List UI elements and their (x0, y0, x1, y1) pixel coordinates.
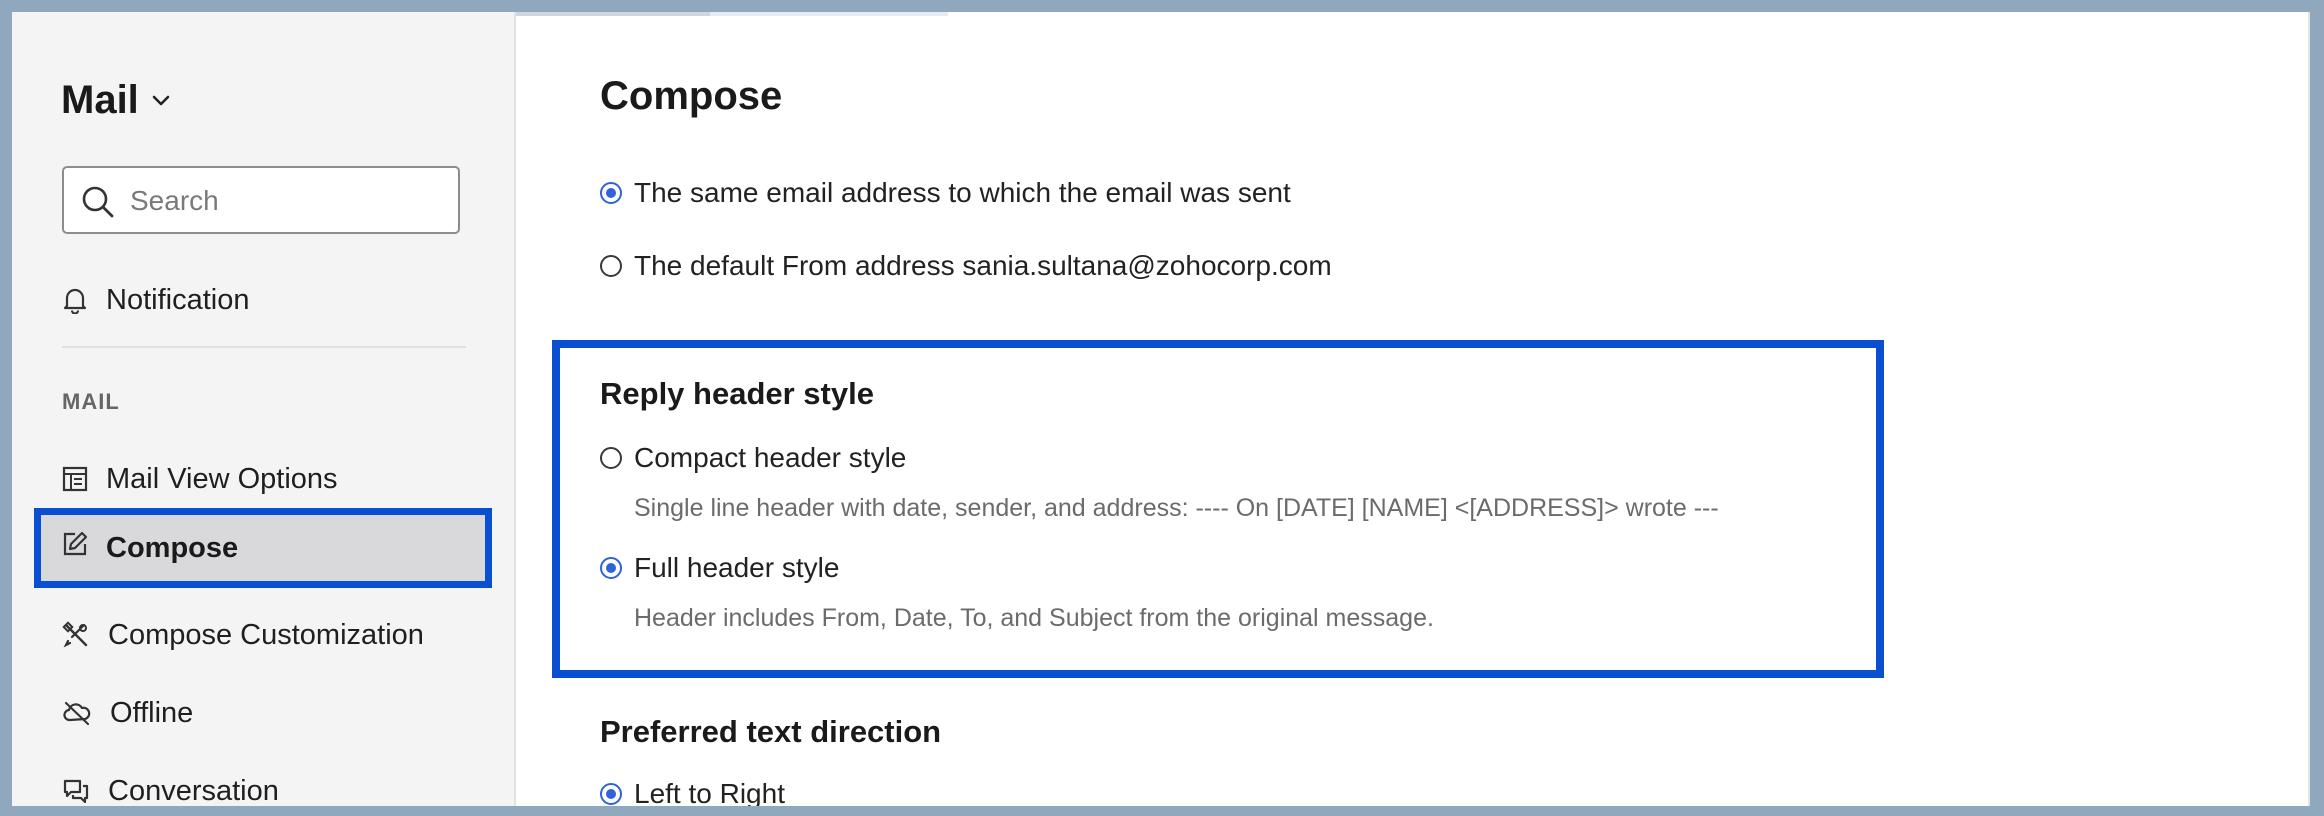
search-input[interactable] (128, 180, 452, 222)
sidebar-item-compose[interactable]: Compose (34, 508, 492, 588)
from-option-default-address[interactable]: The default From address sania.sultana@z… (600, 250, 1332, 282)
reply-option-compact[interactable]: Compact header style (600, 442, 906, 474)
cloud-off-icon (62, 700, 92, 726)
edit-icon (62, 531, 88, 565)
sidebar-section-label: MAIL (62, 389, 120, 414)
sidebar-item-label: Compose Customization (108, 618, 424, 651)
settings-content: Compose The same email address to which … (516, 12, 2310, 806)
sidebar-item-mail-view-options[interactable]: Mail View Options (62, 454, 338, 504)
from-option-same-address[interactable]: The same email address to which the emai… (600, 182, 1291, 209)
sidebar-item-notification[interactable]: Notification (62, 275, 249, 325)
content-right-border (2308, 12, 2310, 806)
option-description: Header includes From, Date, To, and Subj… (634, 604, 1434, 632)
option-description: Single line header with date, sender, an… (634, 494, 1719, 522)
chat-icon (62, 777, 90, 805)
chevron-down-icon (151, 94, 171, 108)
radio-button-checked[interactable] (600, 783, 622, 805)
bell-icon (62, 286, 88, 314)
sidebar-item-label: Compose (106, 531, 239, 564)
search-box[interactable] (62, 166, 460, 234)
radio-button[interactable] (600, 447, 622, 469)
sidebar-item-conversation[interactable]: Conversation (62, 766, 279, 806)
sidebar-divider (62, 346, 466, 348)
option-label: The default From address sania.sultana@z… (634, 250, 1332, 281)
settings-window: Mail Notification MAIL Mail View Options (12, 12, 2310, 806)
app-switcher[interactable]: Mail (61, 78, 171, 123)
option-label: Compact header style (634, 442, 907, 473)
option-label: Left to Right (634, 778, 785, 806)
from-option-row-clipped: The same email address to which the emai… (600, 182, 1500, 216)
radio-button[interactable] (600, 255, 622, 277)
sidebar-item-label: Offline (110, 696, 194, 729)
search-icon (80, 184, 116, 225)
layout-icon (62, 466, 88, 492)
sidebar-item-compose-customization[interactable]: Compose Customization (62, 610, 424, 660)
option-label: The same email address to which the emai… (634, 182, 1291, 208)
tools-icon (62, 621, 90, 649)
radio-button-checked[interactable] (600, 182, 622, 204)
app-title: Mail (61, 78, 139, 122)
sidebar-item-label: Mail View Options (106, 462, 338, 495)
sidebar-item-offline[interactable]: Offline (62, 688, 193, 738)
direction-option-ltr[interactable]: Left to Right (600, 778, 785, 806)
option-label: Full header style (634, 552, 840, 583)
reply-header-title: Reply header style (600, 376, 874, 411)
reply-option-full[interactable]: Full header style (600, 552, 839, 584)
sidebar-item-label: Conversation (108, 774, 279, 807)
radio-button-checked[interactable] (600, 557, 622, 579)
sidebar-item-label: Notification (106, 283, 250, 316)
settings-sidebar: Mail Notification MAIL Mail View Options (12, 12, 516, 806)
page-title: Compose (600, 74, 783, 118)
text-direction-title: Preferred text direction (600, 714, 942, 749)
